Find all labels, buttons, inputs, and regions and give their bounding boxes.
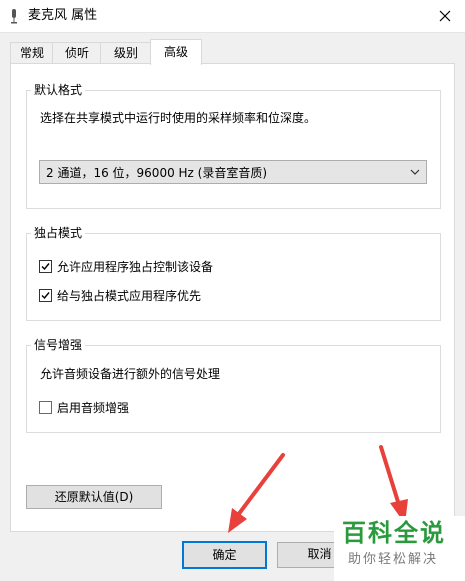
microphone-icon bbox=[11, 9, 17, 24]
default-format-description: 选择在共享模式中运行时使用的采样频率和位深度。 bbox=[40, 111, 317, 125]
tab-general[interactable]: 常规 bbox=[10, 42, 54, 64]
sample-format-value: 2 通道，16 位，96000 Hz (录音室音质) bbox=[46, 166, 268, 180]
restore-defaults-button[interactable]: 还原默认值(D) bbox=[26, 485, 162, 509]
window-title: 麦克风 属性 bbox=[28, 8, 98, 23]
exclusive-priority-checkbox[interactable] bbox=[39, 289, 52, 302]
tab-listen[interactable]: 侦听 bbox=[52, 42, 102, 64]
watermark-logo: 百科全说 助你轻松解决 bbox=[334, 516, 465, 581]
signal-enhancement-description: 允许音频设备进行额外的信号处理 bbox=[40, 367, 221, 381]
enable-enhancement-checkbox[interactable] bbox=[39, 401, 52, 414]
close-icon bbox=[439, 10, 451, 22]
exclusive-mode-legend: 独占模式 bbox=[31, 226, 86, 240]
watermark-subtitle: 助你轻松解决 bbox=[348, 552, 439, 567]
checkmark-icon bbox=[41, 292, 50, 300]
watermark-title: 百科全说 bbox=[342, 519, 446, 547]
allow-exclusive-label[interactable]: 允许应用程序独占控制该设备 bbox=[57, 260, 213, 274]
ok-button[interactable]: 确定 bbox=[182, 541, 267, 569]
checkmark-icon bbox=[41, 263, 50, 271]
signal-enhancement-legend: 信号增强 bbox=[31, 338, 86, 352]
chevron-down-icon bbox=[410, 169, 420, 175]
enable-enhancement-label[interactable]: 启用音频增强 bbox=[57, 401, 129, 415]
exclusive-priority-label[interactable]: 给与独占模式应用程序优先 bbox=[57, 289, 201, 303]
close-button[interactable] bbox=[425, 0, 465, 32]
signal-enhancement-group bbox=[26, 345, 441, 433]
title-bar: 麦克风 属性 bbox=[0, 0, 465, 33]
default-format-legend: 默认格式 bbox=[31, 83, 86, 97]
tab-levels[interactable]: 级别 bbox=[100, 42, 152, 64]
exclusive-mode-group bbox=[26, 233, 441, 321]
tab-advanced[interactable]: 高级 bbox=[150, 39, 202, 65]
sample-format-select[interactable]: 2 通道，16 位，96000 Hz (录音室音质) bbox=[39, 160, 427, 184]
allow-exclusive-checkbox[interactable] bbox=[39, 260, 52, 273]
default-format-group bbox=[26, 90, 441, 209]
